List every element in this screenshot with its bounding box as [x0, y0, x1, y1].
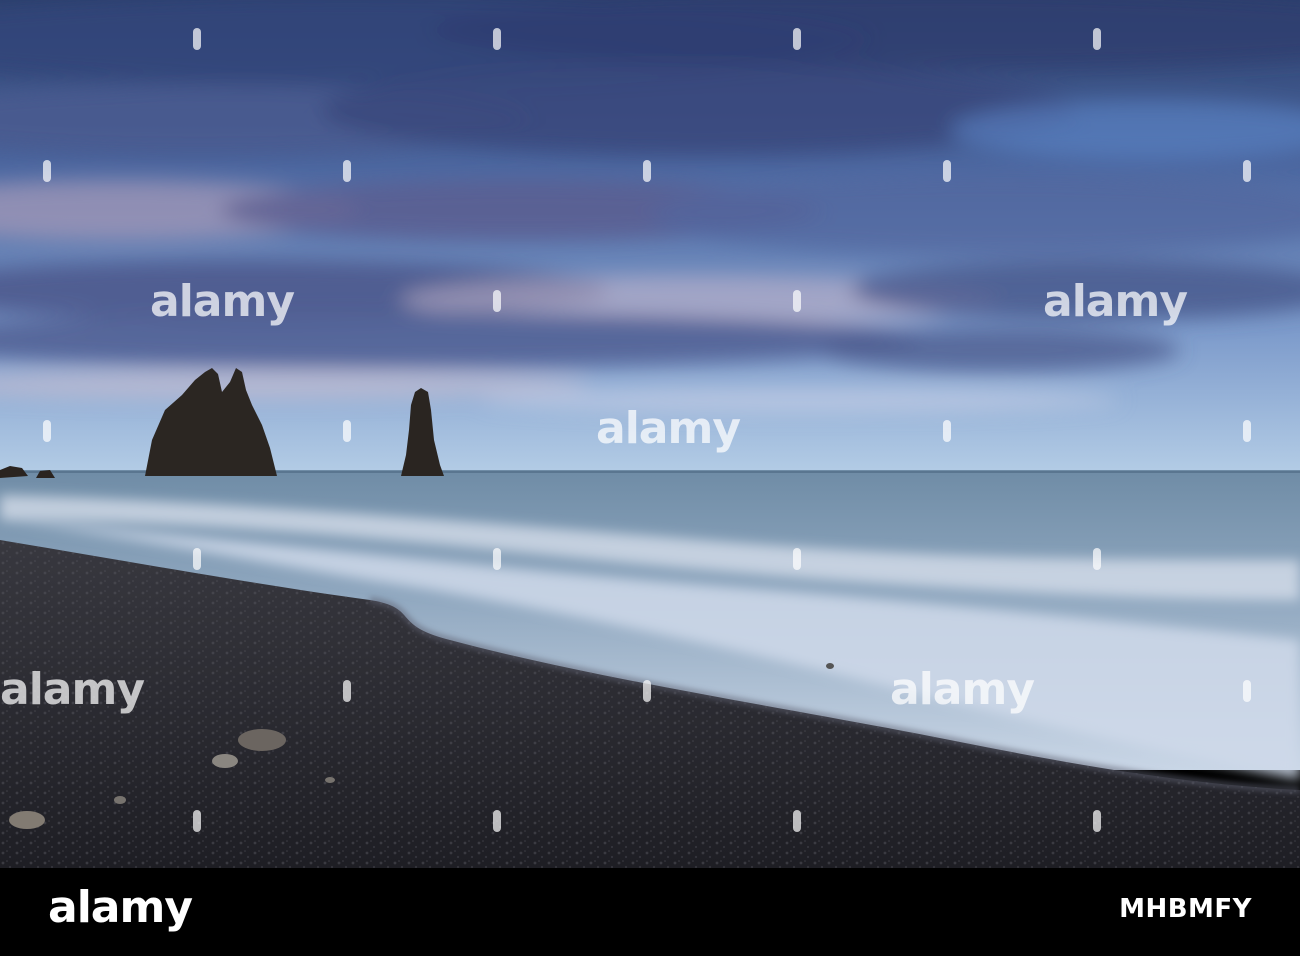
watermark: alamy: [0, 664, 145, 715]
watermark-tick: [643, 680, 651, 702]
watermark-tick: [943, 160, 951, 182]
watermark-tick: [793, 28, 801, 50]
stock-image-id: MHBMFY: [1119, 894, 1252, 924]
watermark-tick: [1243, 160, 1251, 182]
footer-bar: [0, 868, 1300, 956]
watermark-tick: [493, 28, 501, 50]
watermark: alamy: [890, 664, 1035, 715]
watermark-tick: [343, 680, 351, 702]
watermark-tick: [493, 290, 501, 312]
watermark-tick: [643, 160, 651, 182]
watermark-tick: [493, 810, 501, 832]
watermark-tick: [793, 548, 801, 570]
watermark-tick: [793, 290, 801, 312]
watermark-tick: [1093, 28, 1101, 50]
watermark-tick: [193, 28, 201, 50]
watermark-tick: [43, 160, 51, 182]
watermark-tick: [493, 548, 501, 570]
watermark-tick: [793, 810, 801, 832]
brand-logo: alamy: [48, 882, 193, 933]
watermark-tick: [1243, 420, 1251, 442]
watermark-tick: [1093, 810, 1101, 832]
watermark: alamy: [596, 403, 741, 454]
watermark-tick: [343, 420, 351, 442]
watermark-tick: [193, 810, 201, 832]
watermark-tick: [1093, 548, 1101, 570]
watermark-tick: [943, 420, 951, 442]
clouds: [0, 0, 1300, 412]
watermark-tick: [43, 420, 51, 442]
watermark-tick: [343, 160, 351, 182]
watermark: alamy: [150, 276, 295, 327]
watermark-tick: [193, 548, 201, 570]
watermark-tick: [1243, 680, 1251, 702]
watermark: alamy: [1043, 276, 1188, 327]
